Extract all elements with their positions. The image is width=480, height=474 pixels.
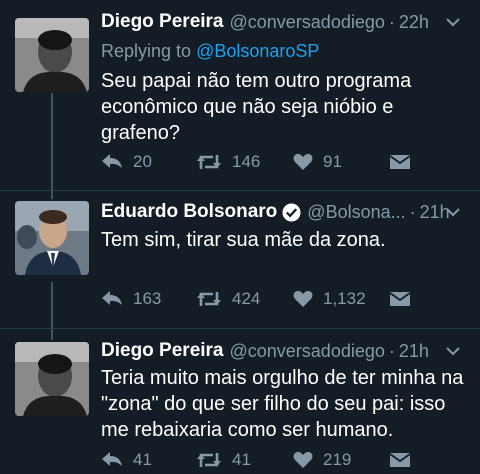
like-button[interactable]: 91 xyxy=(293,152,389,172)
retweet-icon xyxy=(197,292,221,306)
author-name[interactable]: Diego Pereira xyxy=(101,340,224,362)
like-count: 219 xyxy=(323,450,352,469)
replying-to-handle[interactable]: @BolsonaroSP xyxy=(196,41,319,61)
direct-message-icon xyxy=(389,453,411,467)
author-handle[interactable]: @conversadodiego xyxy=(230,341,385,362)
reply-count: 20 xyxy=(133,152,152,171)
retweet-count: 424 xyxy=(232,289,261,308)
tweet-actions: 163 424 1,132 xyxy=(101,286,465,312)
heart-icon xyxy=(293,153,313,170)
tweet-header: Diego Pereira @conversadodiego · 21h xyxy=(101,337,465,365)
replying-to: Replying to @BolsonaroSP xyxy=(101,41,319,62)
like-count: 91 xyxy=(323,152,342,171)
retweet-button[interactable]: 424 xyxy=(196,289,293,309)
reply-icon xyxy=(102,154,122,168)
tweet-header: Diego Pereira @conversadodiego · 22h xyxy=(101,8,465,36)
avatar[interactable] xyxy=(15,342,89,416)
tweet-header: Eduardo Bolsonaro @Bolsona... · 21h xyxy=(101,198,465,226)
tweet[interactable]: Diego Pereira @conversadodiego · 21h Ter… xyxy=(0,337,480,474)
timestamp[interactable]: 21h xyxy=(399,341,429,362)
reply-count: 163 xyxy=(133,289,162,308)
direct-message-button[interactable] xyxy=(389,291,411,307)
reply-icon xyxy=(102,291,122,305)
divider xyxy=(0,328,480,329)
reply-icon xyxy=(102,452,122,466)
direct-message-button[interactable] xyxy=(389,154,411,170)
chevron-down-icon[interactable] xyxy=(445,343,461,359)
direct-message-icon xyxy=(389,155,411,169)
like-count: 1,132 xyxy=(323,289,366,308)
reply-count: 41 xyxy=(133,450,152,469)
timestamp[interactable]: 22h xyxy=(399,12,429,33)
heart-icon xyxy=(293,451,313,468)
avatar[interactable] xyxy=(15,201,89,275)
tweet-text: Seu papai não tem outro programa econômi… xyxy=(101,70,412,144)
author-name[interactable]: Diego Pereira xyxy=(101,11,224,33)
retweet-button[interactable]: 146 xyxy=(196,152,293,172)
retweet-icon xyxy=(197,155,221,169)
tweet[interactable]: Eduardo Bolsonaro @Bolsona... · 21h Tem … xyxy=(0,198,480,323)
retweet-button[interactable]: 41 xyxy=(196,450,293,470)
tweet-text: Teria muito mais orgulho de ter minha na… xyxy=(101,367,464,441)
verified-badge-icon xyxy=(282,202,301,222)
heart-icon xyxy=(293,290,313,307)
separator-dot: · xyxy=(388,11,395,32)
retweet-count: 146 xyxy=(232,152,261,171)
retweet-icon xyxy=(197,453,221,467)
retweet-count: 41 xyxy=(232,450,251,469)
like-button[interactable]: 1,132 xyxy=(293,289,389,309)
reply-button[interactable]: 20 xyxy=(101,152,196,172)
direct-message-button[interactable] xyxy=(389,452,411,468)
reply-button[interactable]: 41 xyxy=(101,450,196,470)
tweet[interactable]: Diego Pereira @conversadodiego · 22h Rep… xyxy=(0,8,480,188)
tweet-actions: 41 41 219 xyxy=(101,447,465,473)
chevron-down-icon[interactable] xyxy=(445,204,461,220)
divider xyxy=(0,190,480,191)
author-handle[interactable]: @conversadodiego xyxy=(230,12,385,33)
separator-dot: · xyxy=(409,201,416,222)
author-handle[interactable]: @Bolsona... xyxy=(307,202,405,223)
separator-dot: · xyxy=(388,340,395,361)
direct-message-icon xyxy=(389,292,411,306)
avatar[interactable] xyxy=(15,18,89,92)
chevron-down-icon[interactable] xyxy=(445,14,461,30)
tweet-thread: Diego Pereira @conversadodiego · 22h Rep… xyxy=(0,0,480,474)
tweet-actions: 20 146 91 xyxy=(101,149,465,175)
replying-to-label: Replying to xyxy=(101,41,192,61)
like-button[interactable]: 219 xyxy=(293,450,389,470)
reply-button[interactable]: 163 xyxy=(101,289,196,309)
author-name[interactable]: Eduardo Bolsonaro xyxy=(101,201,277,223)
tweet-text: Tem sim, tirar sua mãe da zona. xyxy=(101,229,386,251)
